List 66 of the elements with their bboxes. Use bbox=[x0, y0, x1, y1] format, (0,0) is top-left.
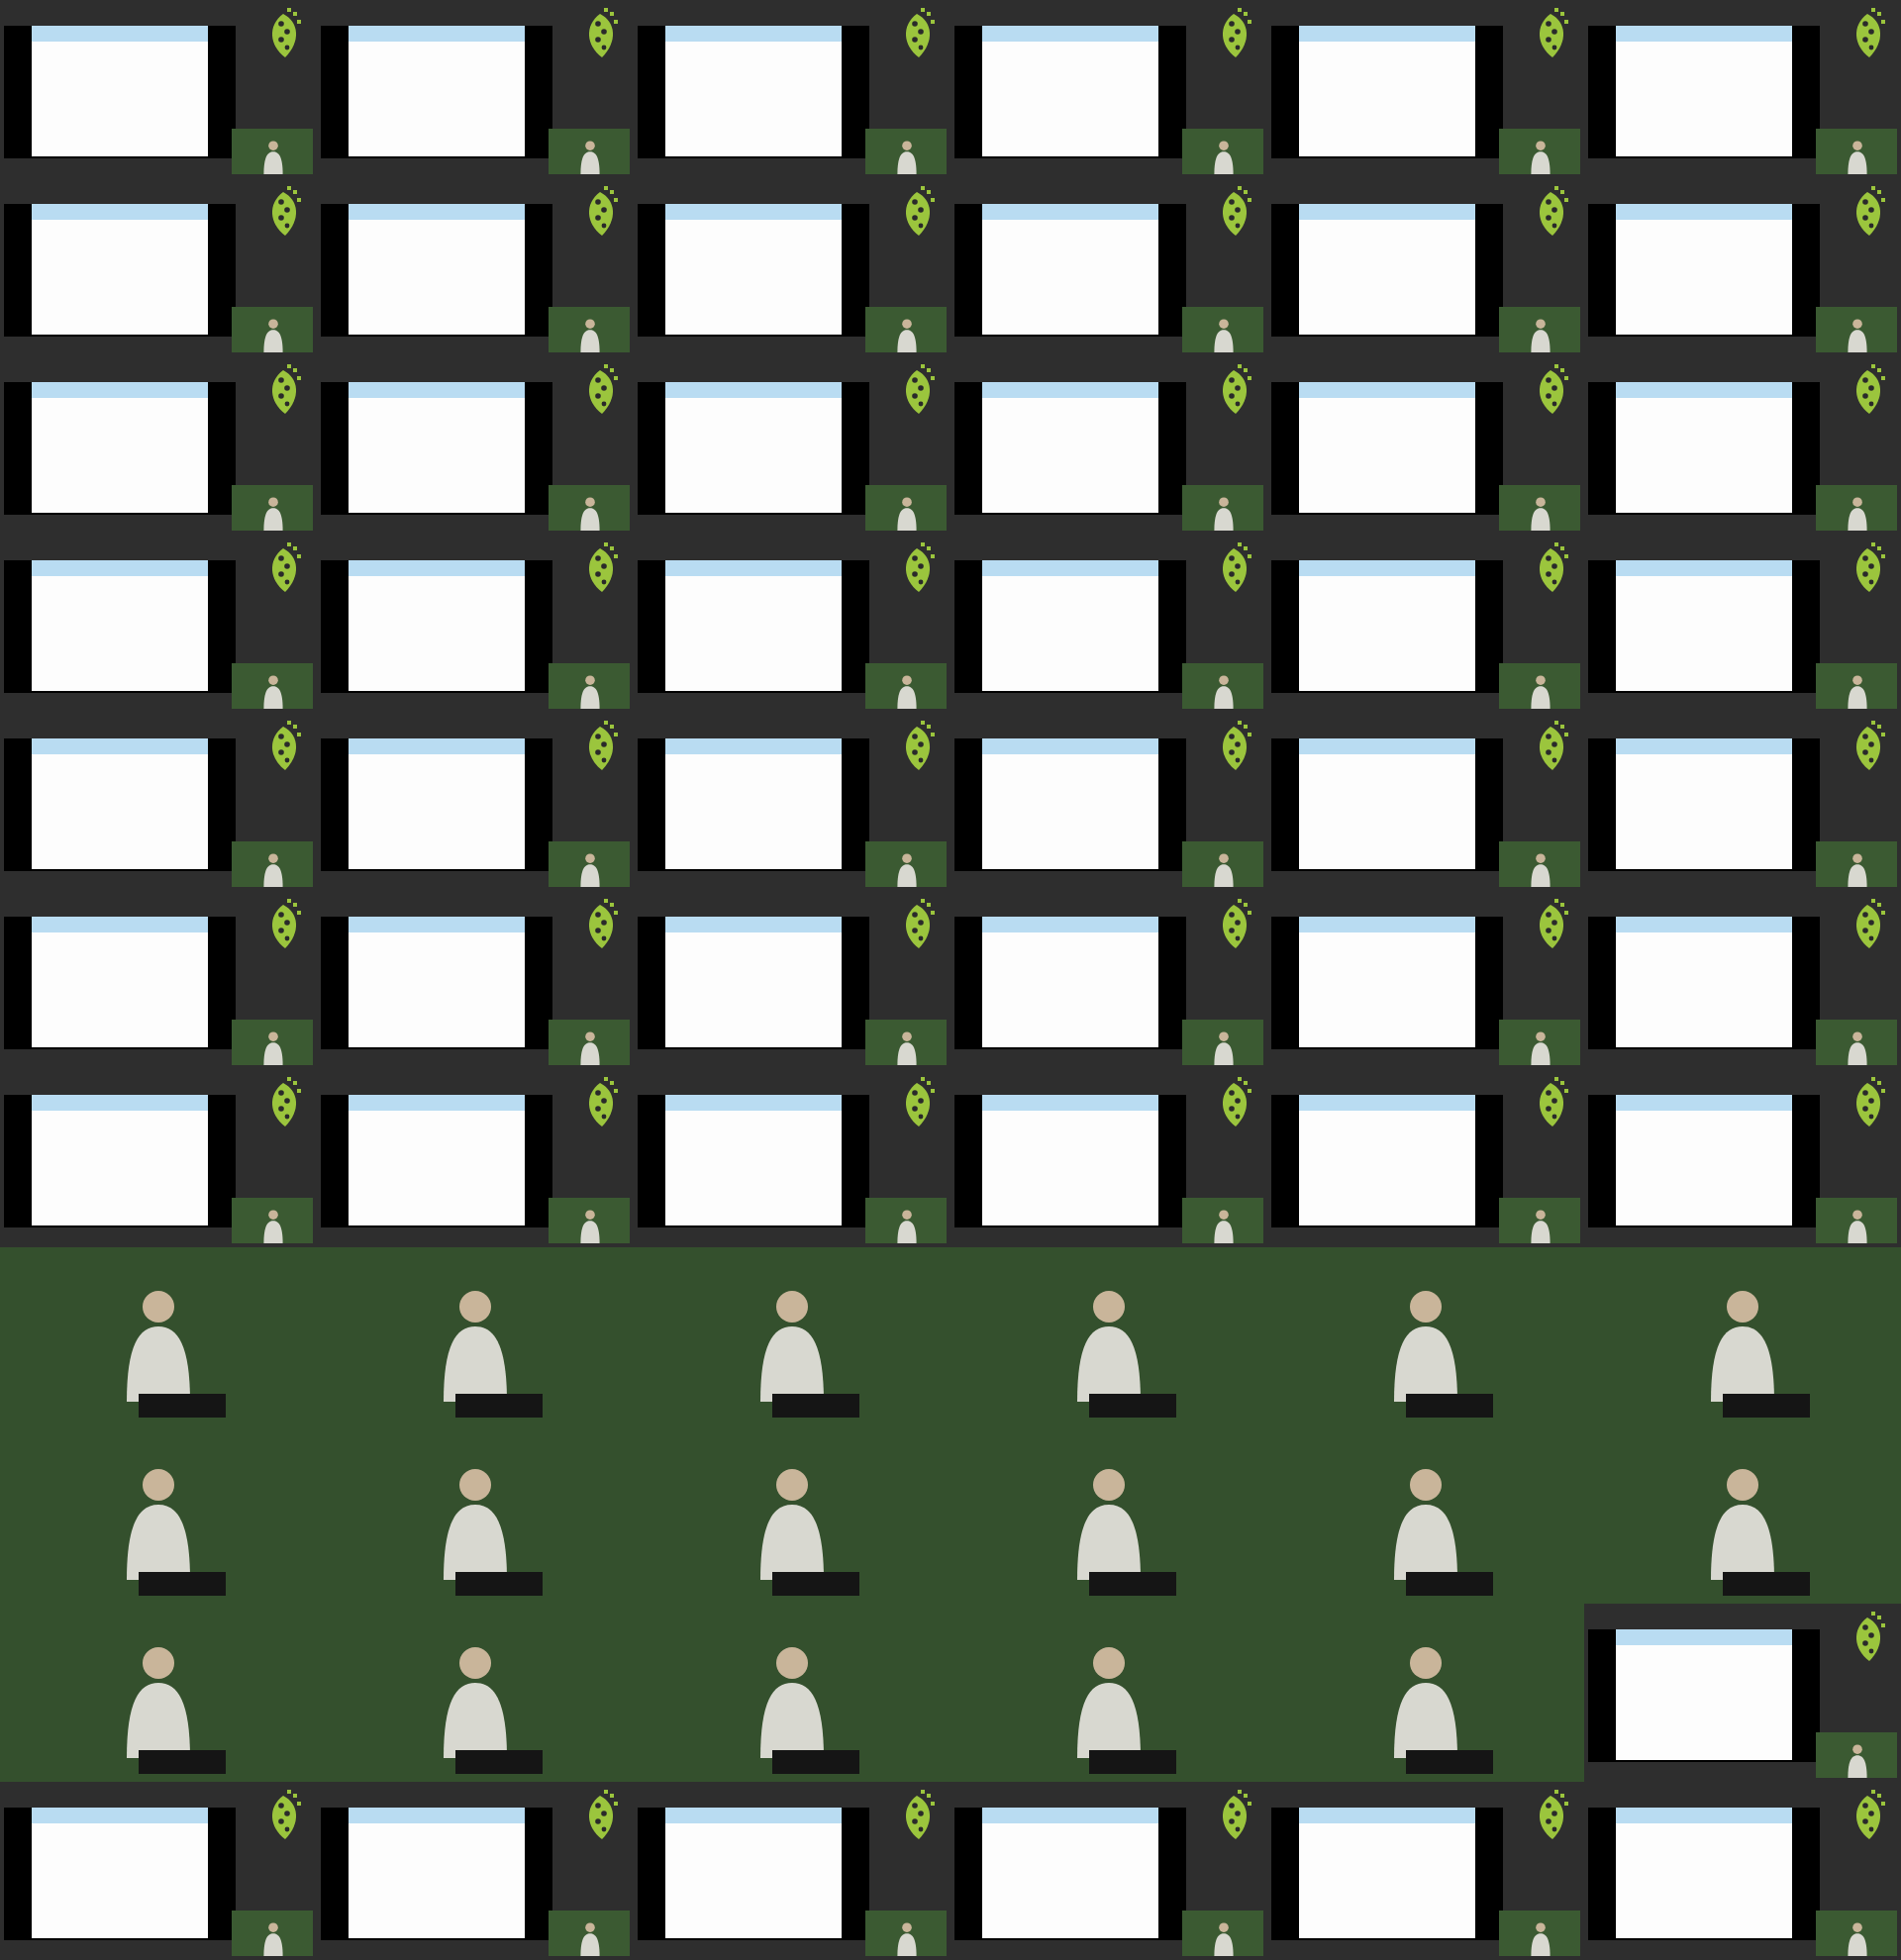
person-silhouette-icon bbox=[260, 1920, 284, 1956]
lectern-block bbox=[772, 1750, 859, 1774]
person-silhouette-icon bbox=[894, 1920, 918, 1956]
person-silhouette-icon bbox=[1528, 851, 1551, 887]
person-silhouette-icon bbox=[260, 1208, 284, 1243]
person-silhouette-icon bbox=[894, 139, 918, 174]
person-silhouette-icon bbox=[1528, 495, 1551, 531]
lectern-block bbox=[772, 1572, 859, 1596]
lectern-block bbox=[455, 1750, 543, 1774]
person-silhouette-icon bbox=[577, 139, 601, 174]
person-silhouette-icon bbox=[1845, 1208, 1868, 1243]
lectern-block bbox=[1406, 1572, 1493, 1596]
person-silhouette-icon bbox=[1528, 139, 1551, 174]
person-silhouette-icon bbox=[1845, 1742, 1868, 1778]
person-silhouette-icon bbox=[894, 673, 918, 709]
person-silhouette-icon bbox=[260, 317, 284, 352]
lectern-block bbox=[139, 1394, 226, 1418]
person-silhouette-icon bbox=[577, 1920, 601, 1956]
person-silhouette-icon bbox=[1528, 1029, 1551, 1065]
person-silhouette-icon bbox=[1211, 317, 1235, 352]
lectern-block bbox=[455, 1572, 543, 1596]
person-silhouette-icon bbox=[1845, 1920, 1868, 1956]
person-silhouette-icon bbox=[577, 317, 601, 352]
lectern-block bbox=[1089, 1750, 1176, 1774]
person-silhouette-icon bbox=[260, 495, 284, 531]
lectern-block bbox=[772, 1394, 859, 1418]
person-silhouette-icon bbox=[1528, 1920, 1551, 1956]
person-silhouette-icon bbox=[260, 1029, 284, 1065]
person-silhouette-icon bbox=[577, 495, 601, 531]
person-silhouette-icon bbox=[1845, 495, 1868, 531]
person-silhouette-icon bbox=[894, 851, 918, 887]
person-silhouette-icon bbox=[260, 673, 284, 709]
person-silhouette-icon bbox=[577, 851, 601, 887]
person-silhouette-icon bbox=[1528, 673, 1551, 709]
person-silhouette-icon bbox=[894, 495, 918, 531]
person-silhouette-icon bbox=[577, 673, 601, 709]
person-silhouette-icon bbox=[1528, 317, 1551, 352]
person-silhouette-icon bbox=[260, 139, 284, 174]
lectern-block bbox=[139, 1750, 226, 1774]
person-silhouette-icon bbox=[577, 1208, 601, 1243]
person-silhouette-icon bbox=[1845, 139, 1868, 174]
person-silhouette-icon bbox=[1845, 673, 1868, 709]
person-silhouette-icon bbox=[894, 317, 918, 352]
lectern-block bbox=[1723, 1572, 1810, 1596]
person-silhouette-icon bbox=[1211, 1029, 1235, 1065]
person-silhouette-icon bbox=[1211, 139, 1235, 174]
person-silhouette-icon bbox=[1845, 1029, 1868, 1065]
person-silhouette-icon bbox=[1528, 1208, 1551, 1243]
person-silhouette-icon bbox=[894, 1029, 918, 1065]
person-silhouette-icon bbox=[1211, 1920, 1235, 1956]
lectern-block bbox=[1089, 1394, 1176, 1418]
person-silhouette-icon bbox=[1211, 1208, 1235, 1243]
person-silhouette-icon bbox=[1211, 495, 1235, 531]
lectern-block bbox=[1406, 1750, 1493, 1774]
lectern-block bbox=[1723, 1394, 1810, 1418]
lectern-block bbox=[1406, 1394, 1493, 1418]
person-silhouette-icon bbox=[894, 1208, 918, 1243]
lectern-block bbox=[139, 1572, 226, 1596]
person-silhouette-icon bbox=[260, 851, 284, 887]
person-silhouette-icon bbox=[577, 1029, 601, 1065]
lectern-block bbox=[1089, 1572, 1176, 1596]
person-silhouette-icon bbox=[1845, 317, 1868, 352]
person-silhouette-icon bbox=[1211, 673, 1235, 709]
person-silhouette-icon bbox=[1845, 851, 1868, 887]
lectern-block bbox=[455, 1394, 543, 1418]
person-silhouette-icon bbox=[1211, 851, 1235, 887]
